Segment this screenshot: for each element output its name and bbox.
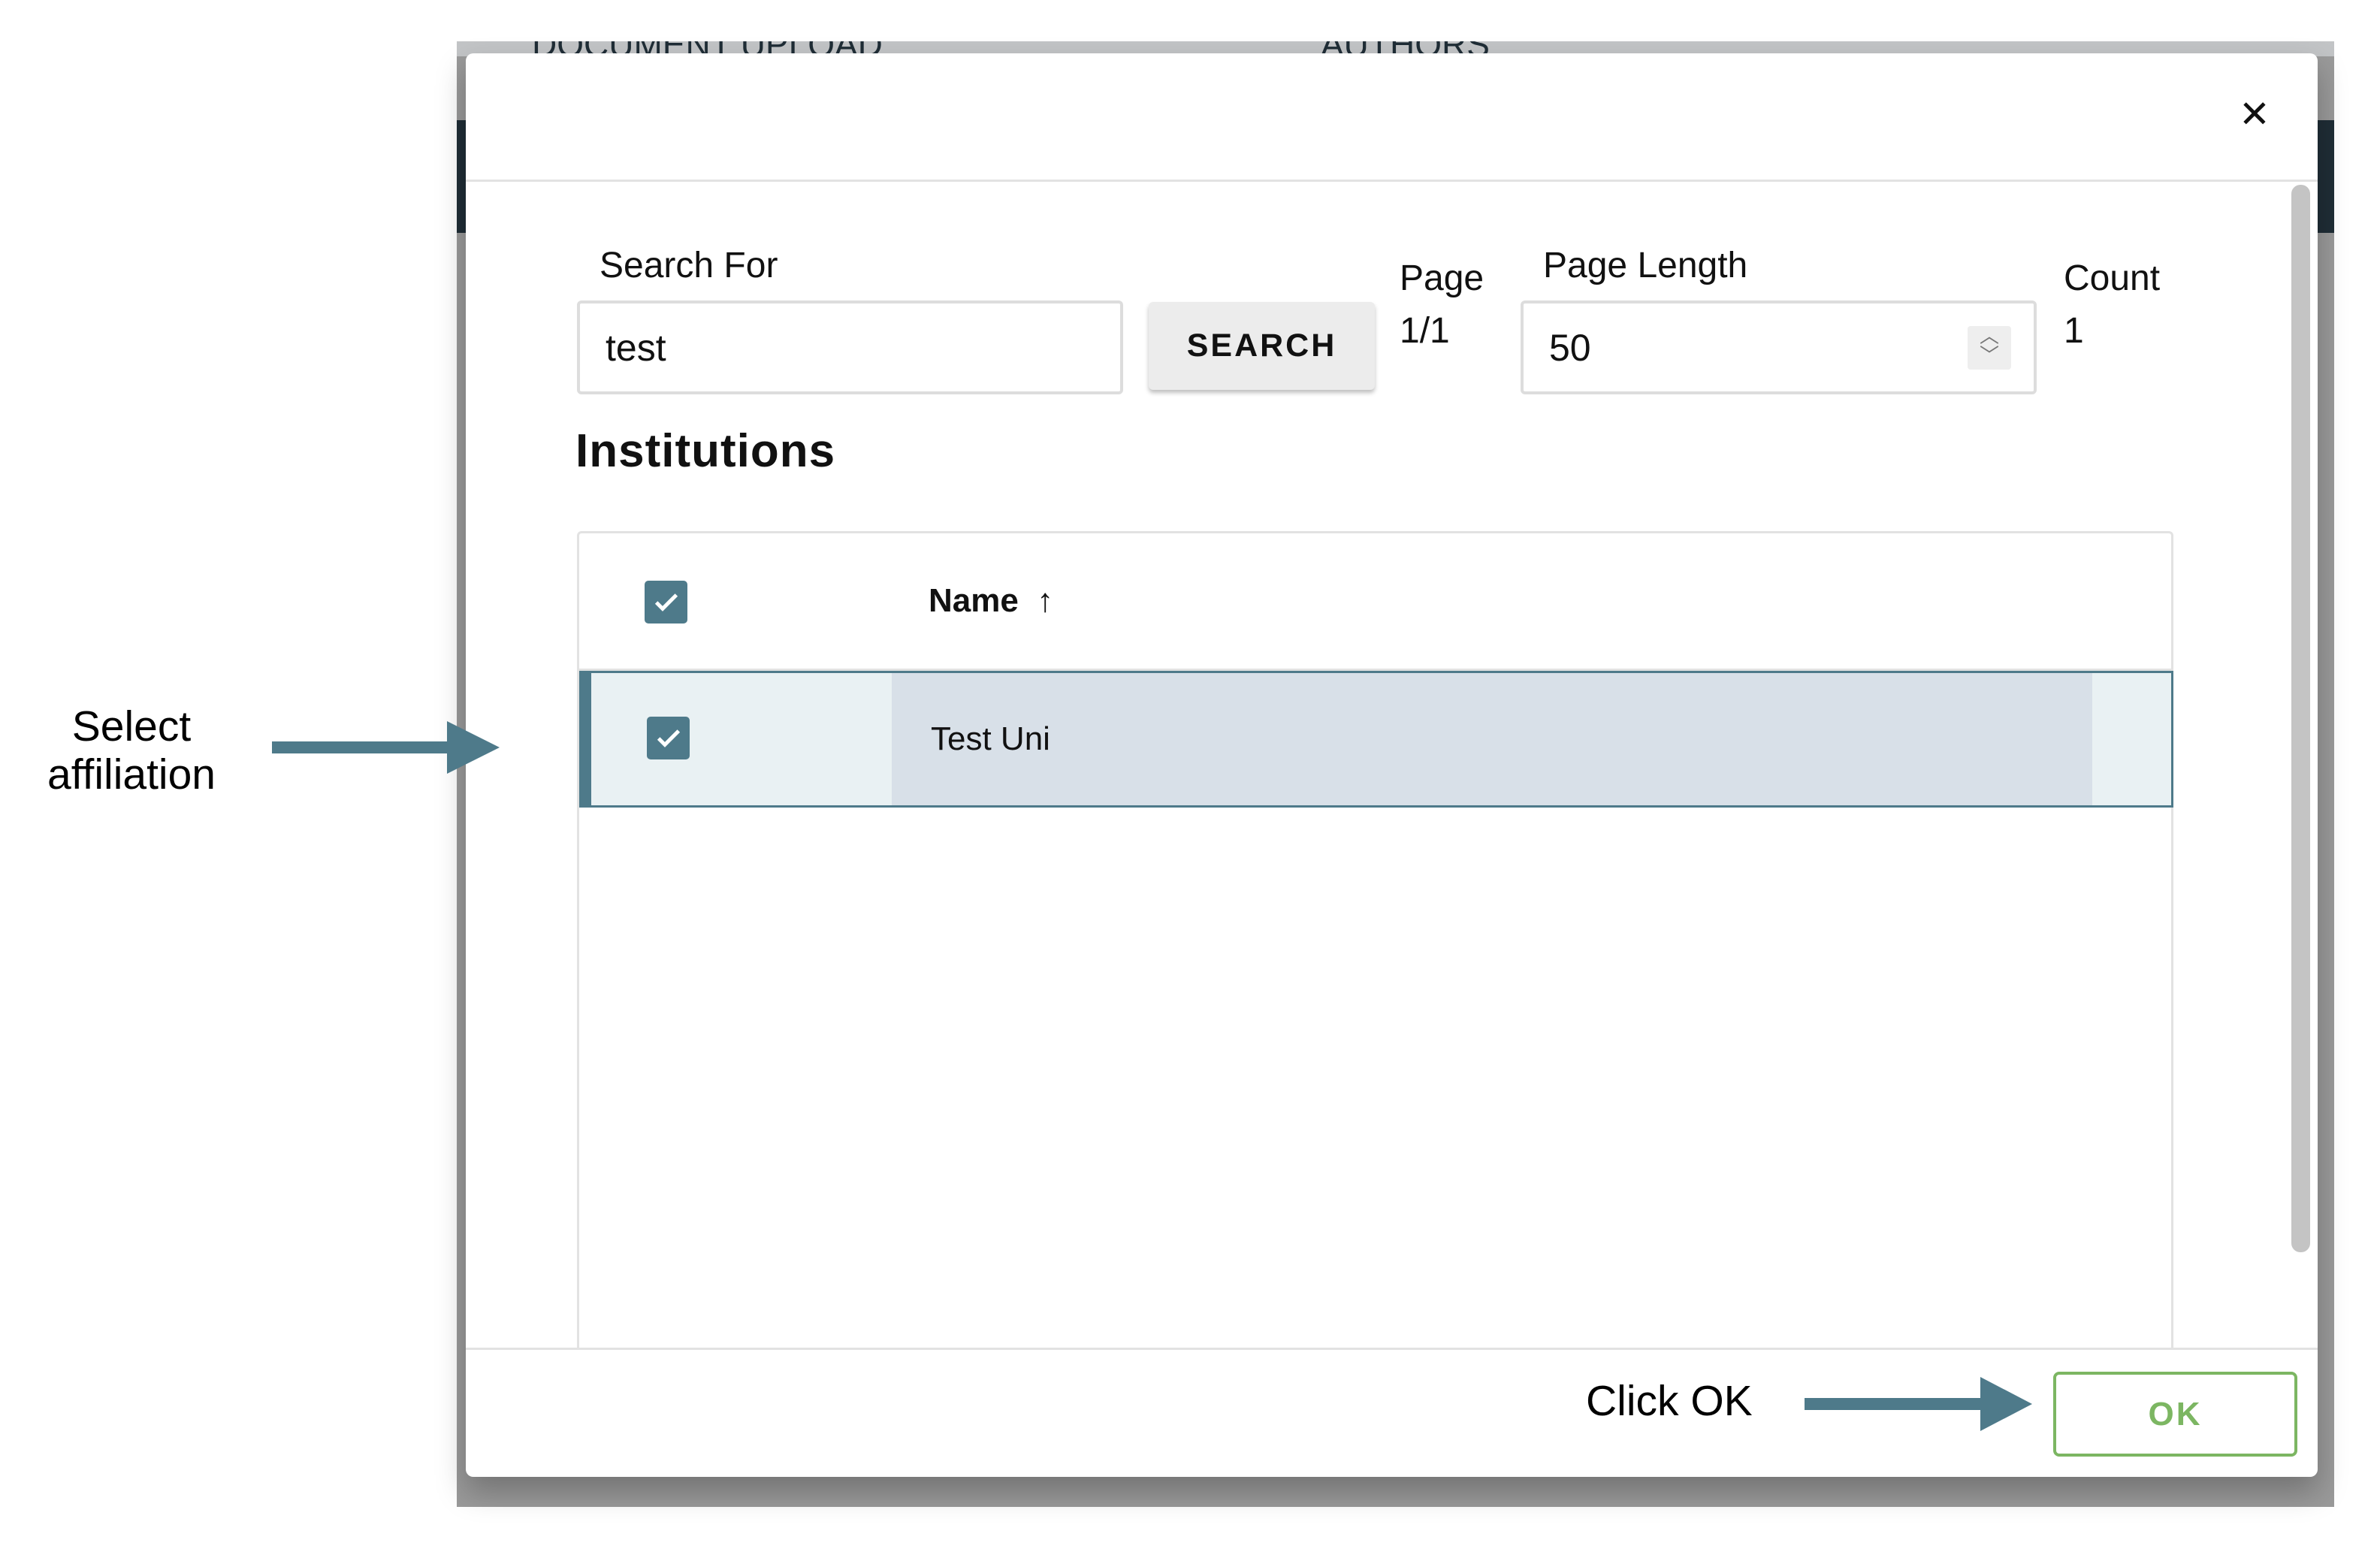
section-title: Institutions bbox=[575, 425, 836, 477]
page-value: 1/1 bbox=[1400, 311, 1450, 351]
name-column-header[interactable]: Name ↑ bbox=[929, 582, 1053, 620]
search-button[interactable]: SEARCH bbox=[1149, 302, 1375, 390]
count-label: Count bbox=[2064, 258, 2161, 298]
count-value: 1 bbox=[2064, 311, 2084, 351]
check-icon bbox=[657, 729, 680, 747]
annotation-line: affiliation bbox=[47, 750, 216, 799]
close-icon[interactable]: ✕ bbox=[2239, 92, 2270, 136]
page-label: Page bbox=[1400, 258, 1484, 298]
page-length-value: 50 bbox=[1549, 326, 1591, 369]
institution-dialog: ✕ Search For test SEARCH Page 1/1 Page L… bbox=[466, 53, 2318, 1477]
ok-button[interactable]: OK bbox=[2053, 1372, 2297, 1457]
arrow-right-icon bbox=[272, 721, 500, 774]
annotation-click-ok: Click OK bbox=[1586, 1377, 1753, 1425]
header-divider bbox=[466, 180, 2318, 182]
scrollbar[interactable] bbox=[2291, 185, 2310, 1252]
stepper-icon[interactable]: ︿ ﹀ bbox=[1968, 326, 2011, 370]
institutions-table: Name ↑ Test Uni bbox=[577, 531, 2173, 1350]
footer-divider bbox=[466, 1348, 2318, 1350]
row-name-cell: Test Uni bbox=[892, 673, 2092, 805]
table-header: Name ↑ bbox=[579, 533, 2171, 671]
tab-authors: AUTHORS bbox=[1321, 41, 1490, 56]
arrow-right-icon bbox=[1805, 1377, 2032, 1431]
check-icon bbox=[654, 593, 678, 611]
select-all-checkbox[interactable] bbox=[645, 581, 687, 623]
row-checkbox[interactable] bbox=[647, 717, 690, 759]
annotation-select-affiliation: Select affiliation bbox=[15, 702, 248, 799]
tab-document-upload: DOCUMENT UPLOAD bbox=[532, 41, 883, 56]
page-length-input[interactable]: 50 ︿ ﹀ bbox=[1521, 300, 2037, 394]
search-input[interactable]: test bbox=[577, 300, 1123, 394]
annotation-line: Select bbox=[71, 702, 192, 750]
sort-arrow-icon: ↑ bbox=[1037, 582, 1054, 619]
page-length-label: Page Length bbox=[1543, 246, 1748, 285]
name-header-label: Name bbox=[929, 582, 1019, 619]
search-label: Search For bbox=[600, 246, 778, 285]
search-value: test bbox=[606, 326, 666, 369]
table-row[interactable]: Test Uni bbox=[579, 671, 2173, 808]
